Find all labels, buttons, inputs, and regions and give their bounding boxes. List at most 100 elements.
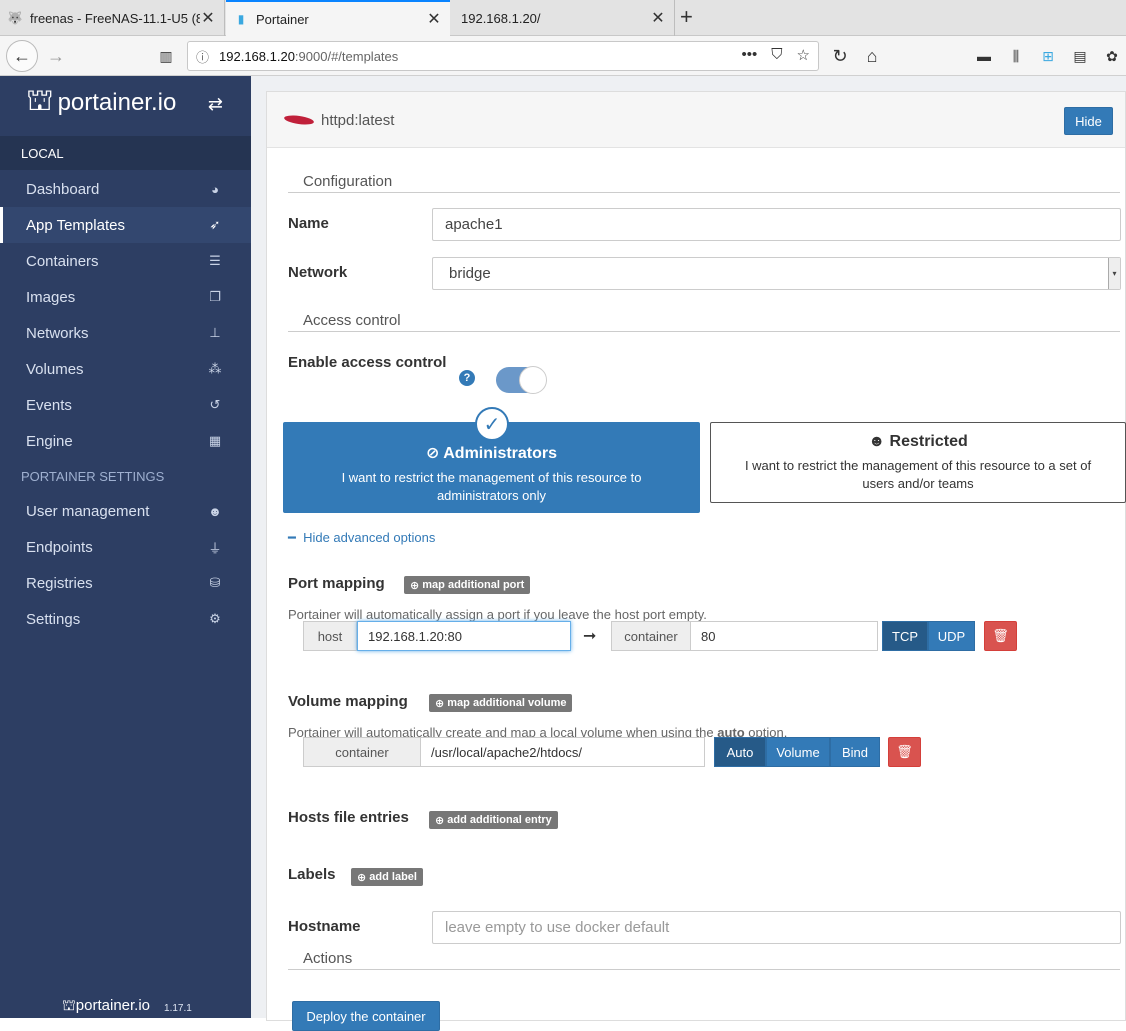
portainer-icon: ▮ (237, 12, 245, 26)
bookmark-star-icon[interactable]: ☆ (797, 46, 810, 64)
sidebar-item-label: Events (26, 396, 72, 414)
close-icon[interactable]: ✕ (426, 9, 442, 29)
sidebar-toggle-icon[interactable]: ▤ (1064, 40, 1096, 72)
configuration-legend: Configuration (288, 173, 1120, 193)
section-portainer-settings: PORTAINER SETTINGS (21, 468, 165, 484)
close-icon[interactable]: ✕ (200, 8, 216, 28)
back-icon[interactable]: ← (6, 40, 38, 72)
extension2-icon[interactable]: ✿ (1096, 40, 1126, 72)
plug-icon: ⏚ (208, 540, 222, 556)
sidebar-item-label: App Templates (26, 216, 125, 234)
remove-port-button[interactable]: 🗑 (984, 621, 1017, 651)
arrow-right-icon: ➞ (583, 628, 597, 645)
sidebar-item-containers[interactable]: Containers ☰ (0, 243, 251, 279)
cogs-icon: ⚙ (209, 611, 221, 626)
sidebar-item-endpoints[interactable]: Endpoints ⏚ (0, 529, 251, 565)
freenas-icon: 🐺 (7, 11, 23, 25)
info-icon[interactable]: ⓘ (196, 47, 209, 66)
network-select[interactable]: bridge ▾ (432, 257, 1121, 290)
port-hint: Portainer will automatically assign a po… (288, 607, 707, 622)
auto-button[interactable]: Auto (714, 737, 766, 767)
sidebar-footer: ⛫portainer.io 1.17.1 (62, 997, 192, 1016)
sidebar-item-networks[interactable]: Networks ⊥ (0, 315, 251, 351)
sidebar-item-events[interactable]: Events ↺ (0, 387, 251, 423)
map-additional-volume-button[interactable]: ⊕ map additional volume (429, 694, 573, 712)
bind-button[interactable]: Bind (830, 737, 880, 767)
tab-ip[interactable]: 192.168.1.20/ ✕ (451, 0, 675, 36)
more-icon[interactable]: ••• (742, 46, 758, 64)
container-port-input[interactable]: 80 (690, 621, 878, 651)
portainer-logo[interactable]: ⛫ portainer.io (26, 84, 176, 122)
volume-path-value: /usr/local/apache2/htdocs/ (431, 744, 583, 760)
plus-circle-icon: ⊕ (435, 697, 445, 710)
administrators-desc: I want to restrict the management of thi… (341, 470, 642, 503)
sidebar-item-label: Dashboard (26, 180, 100, 198)
home-icon[interactable]: ⌂ (856, 40, 888, 72)
footer-brand-text: portainer.io (75, 997, 151, 1014)
sidebar-item-dashboard[interactable]: Dashboard ◕ (0, 171, 251, 207)
hide-button[interactable]: Hide (1064, 107, 1113, 135)
tab-portainer[interactable]: ▮ Portainer ✕ (226, 0, 450, 36)
sidebar-item-volumes[interactable]: Volumes ⁂ (0, 351, 251, 387)
deploy-container-button[interactable]: Deploy the container (292, 1001, 440, 1031)
new-tab-icon[interactable]: + (680, 6, 693, 28)
trash-icon: 🗑 (896, 744, 913, 759)
volume-type-toggle: Auto Volume Bind (714, 737, 880, 767)
version-label: 1.17.1 (164, 1003, 192, 1014)
sidebar-item-registries[interactable]: Registries ⛁ (0, 565, 251, 601)
host-port-value: 192.168.1.20:80 (368, 628, 462, 644)
sidebar-item-label: Networks (26, 324, 89, 342)
add-label-button[interactable]: ⊕ add label (351, 868, 423, 886)
hostname-input[interactable]: leave empty to use docker default (432, 911, 1121, 944)
rocket-icon: ➶ (209, 217, 221, 232)
url-host: 192.168.1.20 (219, 48, 295, 64)
sidebar-item-label: Registries (26, 574, 93, 592)
restricted-option[interactable]: ☻ Restricted I want to restrict the mana… (710, 422, 1126, 503)
database-icon: ⛁ (209, 575, 221, 590)
reload-icon[interactable]: ↻ (824, 40, 856, 72)
plus-circle-icon: ⊕ (410, 579, 420, 592)
template-title: httpd:latest (321, 112, 395, 129)
access-control-toggle[interactable] (496, 366, 547, 394)
map-additional-port-button[interactable]: ⊕ map additional port (404, 576, 531, 594)
extension-icon[interactable]: ⊞ (1032, 40, 1064, 72)
sitemap-icon: ⊥ (209, 325, 221, 340)
url-bar[interactable]: ⓘ 192.168.1.20:9000/#/templates ••• ⛉ ☆ (187, 41, 819, 71)
sidebar-item-user-management[interactable]: User management ☻ (0, 493, 251, 529)
sidebar-item-images[interactable]: Images ❐ (0, 279, 251, 315)
volume-mapping-label: Volume mapping (288, 693, 408, 710)
clone-icon: ❐ (209, 289, 221, 304)
check-icon: ✓ (475, 407, 509, 441)
sidebar-item-settings[interactable]: Settings ⚙ (0, 601, 251, 637)
hat-icon[interactable]: ▬ (968, 40, 1000, 72)
name-input[interactable]: apache1 (432, 208, 1121, 241)
host-port-input[interactable]: 192.168.1.20:80 (357, 621, 571, 651)
sidebar-item-app-templates[interactable]: App Templates ➶ (0, 207, 251, 243)
add-additional-entry-button[interactable]: ⊕ add additional entry (429, 811, 558, 829)
hosts-file-entries-label: Hosts file entries (288, 809, 409, 826)
name-value: apache1 (445, 216, 503, 233)
tcp-button[interactable]: TCP (882, 621, 928, 651)
remove-volume-button[interactable]: 🗑 (888, 737, 921, 767)
udp-button[interactable]: UDP (928, 621, 975, 651)
sidebar-item-label: User management (26, 502, 150, 520)
sidebar-item-engine[interactable]: Engine ▦ (0, 423, 251, 459)
reader-view-icon[interactable]: ▥ (150, 40, 182, 72)
users-icon: ☻ (868, 433, 886, 450)
forward-icon[interactable]: → (40, 40, 72, 72)
volume-path-input[interactable]: /usr/local/apache2/htdocs/ (420, 737, 705, 767)
sidebar-item-label: Settings (26, 610, 81, 628)
close-icon[interactable]: ✕ (650, 8, 666, 28)
library-icon[interactable]: ⫼ (1000, 40, 1032, 72)
plus-circle-icon: ⊕ (435, 814, 445, 827)
switch-endpoint-icon[interactable]: ⇄ (208, 94, 223, 115)
map-port-label: map additional port (422, 579, 525, 591)
hide-advanced-options-link[interactable]: ━ Hide advanced options (288, 530, 435, 546)
hostname-placeholder: leave empty to use docker default (445, 919, 670, 936)
help-icon[interactable]: ? (459, 370, 475, 386)
browser-nav-bar: ← → ▥ ⓘ 192.168.1.20:9000/#/templates ••… (0, 36, 1126, 76)
pocket-icon[interactable]: ⛉ (771, 46, 782, 64)
tab-freenas[interactable]: 🐺 freenas - FreeNAS-11.1-U5 (8 ✕ (0, 0, 225, 36)
volume-button[interactable]: Volume (766, 737, 830, 767)
template-form-panel: httpd:latest Hide Configuration Name apa… (266, 91, 1126, 1031)
